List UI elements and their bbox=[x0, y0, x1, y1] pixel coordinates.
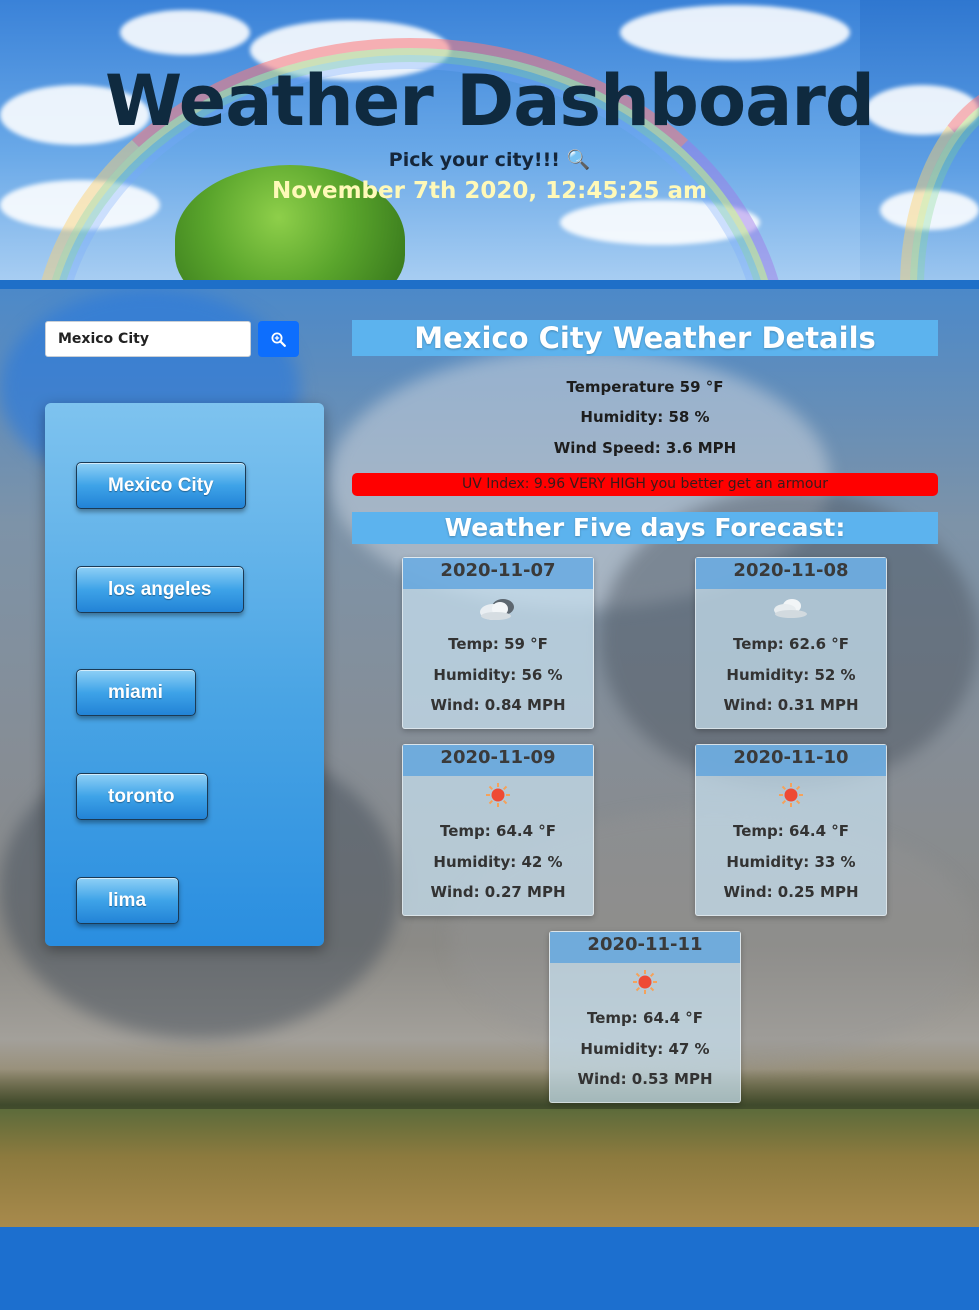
cloud bbox=[620, 5, 850, 60]
current-datetime: November 7th 2020, 12:45:25 am bbox=[271, 178, 708, 204]
current-temperature: Temperature 59 °F bbox=[566, 378, 724, 396]
forecast-date: 2020-11-07 bbox=[403, 558, 593, 589]
forecast-card: 2020-11-09 Temp: 64.4 °F Humidity: 42 % … bbox=[402, 744, 594, 916]
cloud bbox=[120, 10, 250, 55]
forecast-card: 2020-11-07 Temp: 59 °F Humidity: 56 % Wi… bbox=[402, 557, 594, 729]
forecast-temp: Temp: 64.4 °F bbox=[440, 822, 556, 840]
page-title: Weather Dashboard bbox=[105, 60, 875, 142]
footer-band bbox=[0, 1227, 979, 1310]
uv-index-badge: UV Index: 9.96 VERY HIGH you better get … bbox=[352, 473, 938, 496]
forecast-title: Weather Five days Forecast: bbox=[352, 512, 938, 544]
sun-icon bbox=[550, 963, 740, 1003]
forecast-date: 2020-11-11 bbox=[550, 932, 740, 963]
cloudy-icon bbox=[403, 589, 593, 629]
history-city-button[interactable]: Mexico City bbox=[76, 462, 246, 509]
sun-icon bbox=[403, 776, 593, 816]
history-city-button[interactable]: toronto bbox=[76, 773, 208, 820]
forecast-wind: Wind: 0.25 MPH bbox=[723, 883, 859, 901]
sun-icon bbox=[696, 776, 886, 816]
forecast-wind: Wind: 0.84 MPH bbox=[430, 696, 566, 714]
field bbox=[0, 1109, 979, 1227]
forecast-card: 2020-11-08 Temp: 62.6 °F Humidity: 52 % … bbox=[695, 557, 887, 729]
forecast-humidity: Humidity: 33 % bbox=[726, 852, 856, 871]
current-wind-speed: Wind Speed: 3.6 MPH bbox=[553, 439, 737, 457]
forecast-humidity: Humidity: 56 % bbox=[433, 665, 563, 684]
forecast-card: 2020-11-11 Temp: 64.4 °F Humidity: 47 % … bbox=[549, 931, 741, 1103]
city-search-input[interactable] bbox=[45, 321, 251, 357]
history-city-button[interactable]: lima bbox=[76, 877, 179, 924]
forecast-humidity: Humidity: 42 % bbox=[433, 852, 563, 871]
zoom-in-icon bbox=[271, 332, 286, 347]
forecast-wind: Wind: 0.31 MPH bbox=[723, 696, 859, 714]
forecast-date: 2020-11-10 bbox=[696, 745, 886, 776]
page-subtitle: Pick your city!!! 🔍 bbox=[388, 149, 591, 171]
history-city-button[interactable]: los angeles bbox=[76, 566, 244, 613]
forecast-temp: Temp: 62.6 °F bbox=[733, 635, 849, 653]
search-history-panel: Mexico City los angeles miami toronto li… bbox=[45, 403, 324, 946]
cloud-icon bbox=[696, 589, 886, 629]
search-button[interactable] bbox=[258, 321, 299, 357]
forecast-temp: Temp: 64.4 °F bbox=[587, 1009, 703, 1027]
history-city-button[interactable]: miami bbox=[76, 669, 196, 716]
forecast-wind: Wind: 0.53 MPH bbox=[577, 1070, 713, 1088]
forecast-humidity: Humidity: 52 % bbox=[726, 665, 856, 684]
weather-details-title: Mexico City Weather Details bbox=[352, 320, 938, 356]
forecast-date: 2020-11-08 bbox=[696, 558, 886, 589]
forecast-temp: Temp: 64.4 °F bbox=[733, 822, 849, 840]
forecast-wind: Wind: 0.27 MPH bbox=[430, 883, 566, 901]
current-humidity: Humidity: 58 % bbox=[580, 408, 710, 426]
header-banner: Weather Dashboard Pick your city!!! 🔍 No… bbox=[0, 0, 979, 280]
forecast-humidity: Humidity: 47 % bbox=[580, 1039, 710, 1058]
forecast-card: 2020-11-10 Temp: 64.4 °F Humidity: 33 % … bbox=[695, 744, 887, 916]
forecast-date: 2020-11-09 bbox=[403, 745, 593, 776]
header-divider bbox=[0, 280, 979, 289]
forecast-temp: Temp: 59 °F bbox=[448, 635, 548, 653]
